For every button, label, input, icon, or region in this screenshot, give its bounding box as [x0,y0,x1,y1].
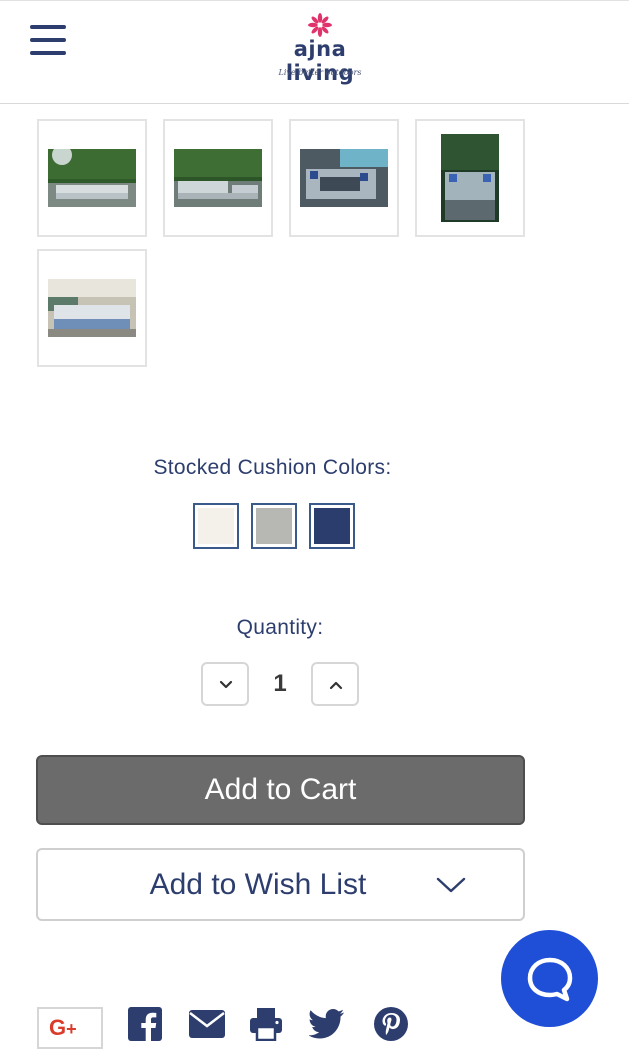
swatch-white-fill [198,508,234,544]
chevron-down-icon [436,877,466,893]
thumbnail-image [48,149,136,207]
site-header: ajna living Live better outdoors [0,0,629,104]
add-to-cart-button[interactable]: Add to Cart [36,755,525,825]
swatch-navy[interactable] [309,503,355,549]
cushion-colors-label: Stocked Cushion Colors: [153,456,392,479]
thumbnail-image [300,149,388,207]
swatch-white[interactable] [193,503,239,549]
email-icon[interactable] [189,1010,225,1038]
quantity-input[interactable]: 1 [250,670,310,698]
product-thumbnail-2[interactable] [163,119,273,237]
thumbnail-image [174,149,262,207]
chevron-down-icon [219,680,233,689]
site-logo[interactable]: ajna living Live better outdoors [258,13,382,85]
google-plus-label: G [49,1015,67,1040]
thumbnail-image [48,279,136,337]
logo-wordmark: ajna living [285,37,355,85]
quantity-label: Quantity: [236,616,324,639]
product-thumbnail-4[interactable] [415,119,525,237]
google-plus-sup: + [66,1019,77,1039]
flower-logo-icon [308,13,332,37]
chat-button[interactable] [501,930,598,1027]
swatch-navy-fill [314,508,350,544]
pinterest-icon[interactable] [373,1006,409,1042]
chat-bubble-icon [527,957,573,1002]
logo-tagline: Live better outdoors [278,68,362,77]
product-thumbnail-5[interactable] [37,249,147,367]
add-to-wishlist-button[interactable]: Add to Wish List [36,848,525,921]
product-thumbnail-1[interactable] [37,119,147,237]
quantity-decrease-button[interactable] [201,662,249,706]
quantity-increase-button[interactable] [311,662,359,706]
product-thumbnail-3[interactable] [289,119,399,237]
hamburger-menu-icon[interactable] [30,25,68,59]
swatch-grey[interactable] [251,503,297,549]
facebook-icon[interactable] [128,1007,162,1041]
twitter-icon[interactable] [309,1009,345,1039]
swatch-grey-fill [256,508,292,544]
print-icon[interactable] [249,1007,283,1041]
thumbnail-image [441,134,499,222]
chevron-up-icon [329,681,343,690]
google-plus-share-button[interactable]: G+ [37,1007,103,1049]
add-to-wishlist-label: Add to Wish List [149,868,367,901]
